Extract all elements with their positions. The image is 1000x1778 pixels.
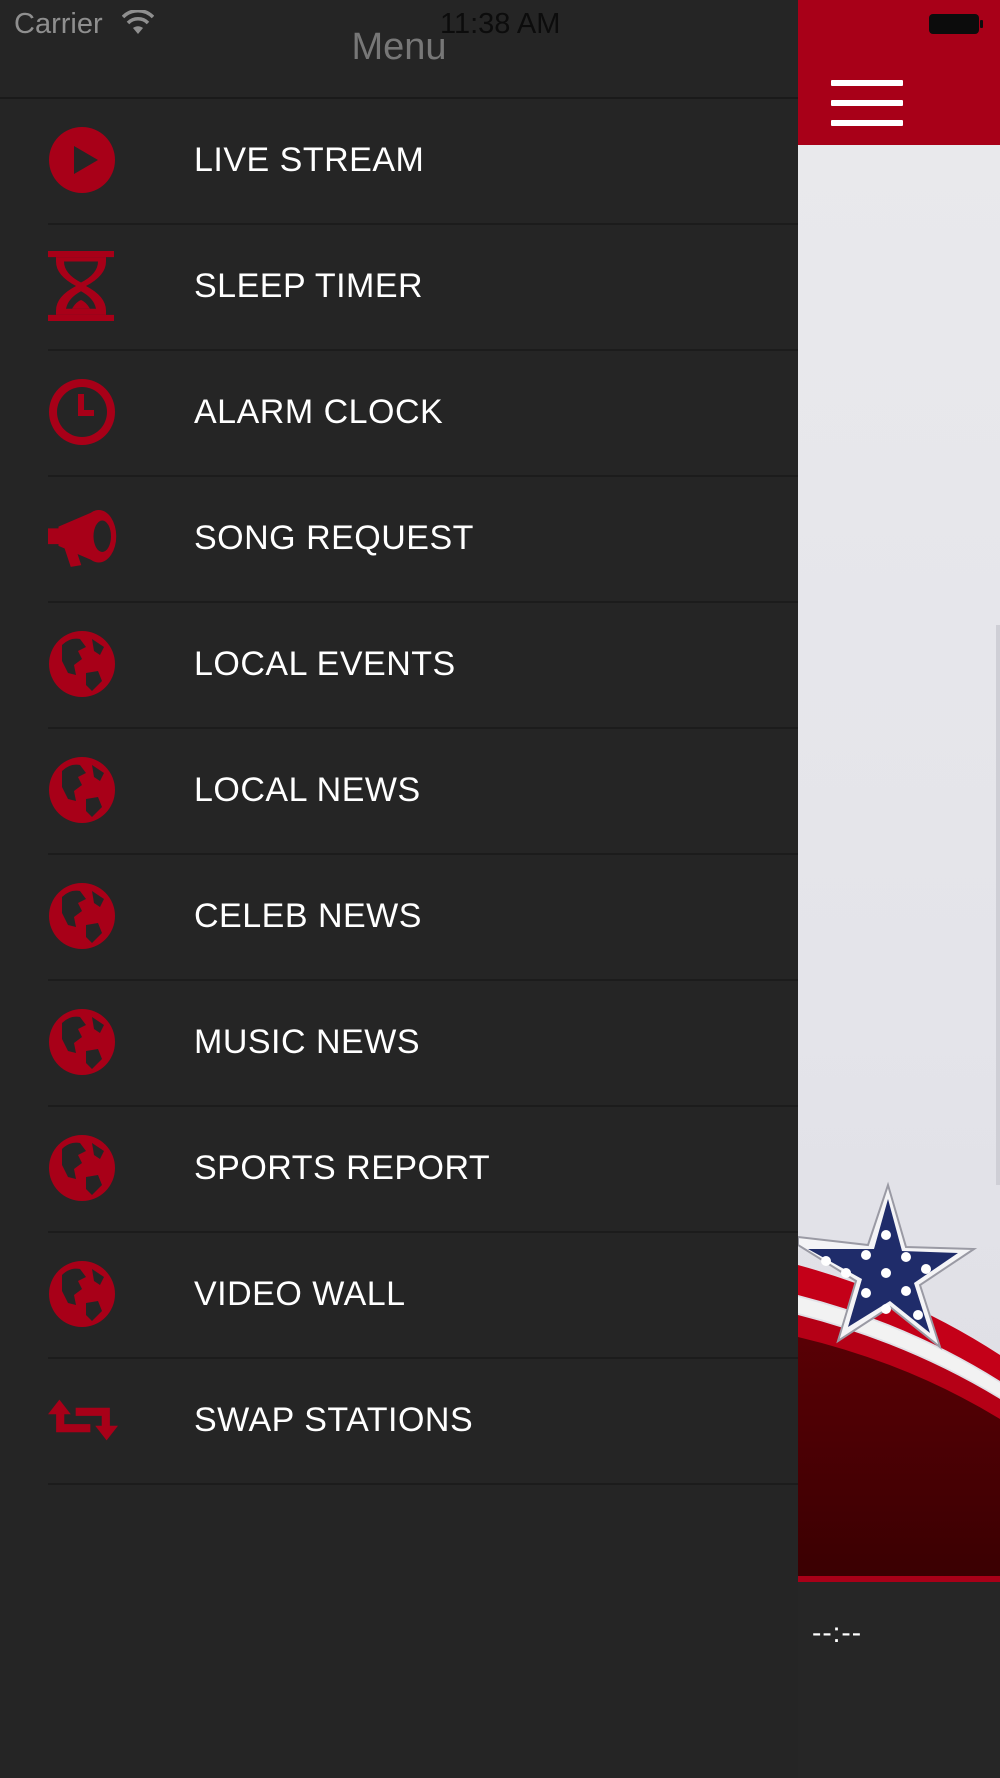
menu-item-label: SONG REQUEST — [194, 519, 474, 557]
menu-item-label: CELEB NEWS — [194, 897, 422, 935]
wifi-icon — [122, 10, 154, 34]
menu-item-sports-report[interactable]: SPORTS REPORT — [48, 1107, 798, 1233]
menu-item-label: MUSIC NEWS — [194, 1023, 420, 1061]
hero-bottom-accent — [798, 1576, 1000, 1582]
menu-list: LIVE STREAM SLEEP TIMER ALARM CLOCK SONG… — [0, 99, 798, 1485]
globe-icon — [48, 629, 118, 699]
menu-item-label: LIVE STREAM — [194, 141, 425, 179]
menu-item-video-wall[interactable]: VIDEO WALL — [48, 1233, 798, 1359]
menu-item-alarm-clock[interactable]: ALARM CLOCK — [48, 351, 798, 477]
status-time: 11:38 AM — [440, 8, 561, 40]
menu-item-label: SPORTS REPORT — [194, 1149, 491, 1187]
hourglass-icon — [48, 251, 118, 321]
globe-icon — [48, 1259, 118, 1329]
menu-item-label: VIDEO WALL — [194, 1275, 406, 1313]
menu-item-label: SWAP STATIONS — [194, 1401, 474, 1439]
player-time: --:-- — [812, 1617, 863, 1648]
globe-icon — [48, 1007, 118, 1077]
main-content-panel[interactable]: --:-- — [798, 0, 1000, 1778]
play-icon — [48, 125, 118, 195]
hamburger-menu-icon[interactable] — [831, 80, 903, 126]
flag-star-illustration — [798, 625, 1000, 1581]
menu-item-local-events[interactable]: LOCAL EVENTS — [48, 603, 798, 729]
side-drawer: Menu LIVE STREAM SLEEP TIMER ALARM CLOCK — [0, 0, 798, 1778]
globe-icon — [48, 1133, 118, 1203]
menu-item-label: LOCAL NEWS — [194, 771, 421, 809]
menu-item-sleep-timer[interactable]: SLEEP TIMER — [48, 225, 798, 351]
carrier-label: Carrier — [14, 8, 103, 40]
menu-item-live-stream[interactable]: LIVE STREAM — [48, 99, 798, 225]
swap-icon — [48, 1385, 118, 1455]
globe-icon — [48, 881, 118, 951]
status-bar: Carrier 11:38 AM — [0, 0, 1000, 50]
menu-item-swap-stations[interactable]: SWAP STATIONS — [48, 1359, 798, 1485]
menu-item-label: ALARM CLOCK — [194, 393, 444, 431]
megaphone-icon — [48, 503, 118, 573]
hero-image — [798, 145, 1000, 1581]
globe-icon — [48, 755, 118, 825]
menu-item-celeb-news[interactable]: CELEB NEWS — [48, 855, 798, 981]
menu-item-song-request[interactable]: SONG REQUEST — [48, 477, 798, 603]
menu-item-local-news[interactable]: LOCAL NEWS — [48, 729, 798, 855]
menu-item-label: LOCAL EVENTS — [194, 645, 456, 683]
clock-icon — [48, 377, 118, 447]
battery-icon — [929, 14, 983, 34]
menu-item-music-news[interactable]: MUSIC NEWS — [48, 981, 798, 1107]
menu-item-label: SLEEP TIMER — [194, 267, 424, 305]
